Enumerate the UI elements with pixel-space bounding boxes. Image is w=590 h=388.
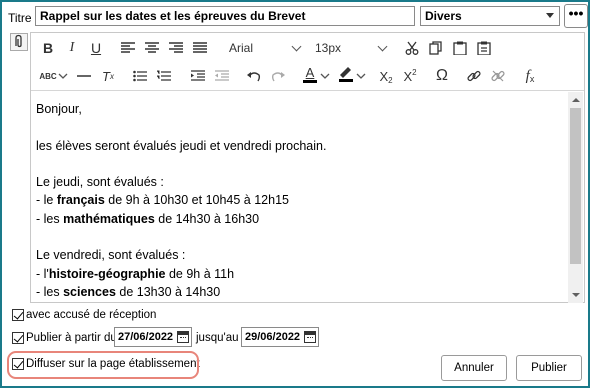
cut-icon[interactable] [401, 37, 423, 59]
highlight-outline [7, 351, 199, 379]
font-family-select[interactable]: Arial [229, 37, 305, 59]
greeting-text: Bonjour, [36, 102, 82, 116]
spellcheck-icon[interactable]: ABC [37, 65, 59, 87]
chevron-down-icon [377, 41, 388, 51]
calendar-icon[interactable] [177, 331, 189, 343]
font-family-value: Arial [229, 41, 254, 55]
scroll-thumb[interactable] [570, 108, 581, 264]
until-label: jusqu'au [196, 332, 239, 344]
dialog-window: Titre Rappel sur les dates et les épreuv… [0, 0, 590, 388]
special-character-icon[interactable]: Ω [431, 65, 453, 87]
paste-text-icon[interactable] [473, 37, 495, 59]
thursday-item-2: - les mathématiques de 14h30 à 16h30 [36, 211, 260, 226]
category-select[interactable]: Divers [420, 6, 560, 26]
editor-content[interactable]: Bonjour, les élèves seront évalués jeudi… [31, 92, 568, 302]
redo-icon[interactable] [267, 65, 289, 87]
paste-icon[interactable] [449, 37, 471, 59]
chevron-down-icon [546, 13, 554, 18]
date-to-value: 29/06/2022 [245, 331, 301, 343]
friday-title: Le vendredi, sont évalués : [36, 248, 186, 263]
font-size-value: 13px [315, 41, 342, 55]
friday-item-1: - l'histoire-géographie de 9h à 11h [36, 266, 235, 281]
friday-item-2: - les sciences de 13h30 à 14h30 [36, 284, 221, 299]
thursday-item-1: - le français de 9h à 10h30 et 10h45 à 1… [36, 193, 289, 208]
outdent-icon[interactable] [211, 65, 233, 87]
align-center-icon[interactable] [141, 37, 163, 59]
scroll-up-icon[interactable] [572, 98, 580, 102]
publish-button[interactable]: Publier [516, 355, 582, 381]
chevron-down-icon[interactable] [319, 65, 331, 87]
horizontal-rule-icon[interactable] [73, 65, 95, 87]
bullet-list-icon[interactable] [129, 65, 151, 87]
date-from-value: 27/06/2022 [118, 331, 174, 343]
date-from-field[interactable]: 27/06/2022 [114, 327, 192, 347]
align-left-icon[interactable] [117, 37, 139, 59]
undo-icon[interactable] [243, 65, 265, 87]
copy-icon[interactable] [425, 37, 447, 59]
cancel-button[interactable]: Annuler [441, 355, 507, 381]
subscript-icon[interactable]: X2 [375, 65, 397, 87]
title-input[interactable]: Rappel sur les dates et les épreuves du … [35, 6, 415, 26]
calendar-icon[interactable] [304, 331, 316, 343]
align-right-icon[interactable] [165, 37, 187, 59]
receipt-checkbox[interactable] [12, 309, 24, 321]
chevron-down-icon[interactable] [57, 65, 69, 87]
formula-icon[interactable]: fx [519, 65, 541, 87]
underline-icon[interactable]: U [85, 37, 107, 59]
bold-icon[interactable]: B [37, 37, 59, 59]
date-to-field[interactable]: 29/06/2022 [241, 327, 319, 347]
intro-text: les élèves seront évalués jeudi et vendr… [36, 138, 327, 153]
scroll-down-icon[interactable] [572, 293, 580, 297]
title-label: Titre [8, 11, 32, 25]
chevron-down-icon [291, 41, 302, 51]
attachment-icon[interactable] [10, 33, 28, 51]
editor-scrollbar[interactable] [568, 92, 583, 303]
font-size-select[interactable]: 13px [315, 37, 391, 59]
thursday-title: Le jeudi, sont évalués : [36, 175, 164, 190]
align-justify-icon[interactable] [189, 37, 211, 59]
category-value: Divers [425, 9, 462, 23]
indent-icon[interactable] [187, 65, 209, 87]
receipt-label: avec accusé de réception [26, 309, 157, 321]
link-icon[interactable] [463, 65, 485, 87]
highlight-color-icon[interactable] [335, 63, 357, 85]
text-color-icon[interactable]: A [299, 63, 321, 85]
superscript-icon[interactable]: X2 [399, 65, 421, 87]
unlink-icon[interactable] [487, 65, 509, 87]
italic-icon[interactable]: I [61, 37, 83, 59]
rich-text-editor[interactable]: B I U Arial 13px ABC T x A X 2 X 2 Ω f x… [30, 32, 585, 303]
more-options-button[interactable]: ••• [564, 4, 588, 28]
numbered-list-icon[interactable] [153, 65, 175, 87]
publish-from-checkbox[interactable] [12, 332, 24, 344]
chevron-down-icon[interactable] [355, 65, 367, 87]
editor-toolbar: B I U Arial 13px ABC T x A X 2 X 2 Ω f x [31, 33, 584, 91]
clear-format-icon[interactable]: Tx [97, 65, 119, 87]
publish-from-label: Publier à partir du [26, 332, 117, 344]
